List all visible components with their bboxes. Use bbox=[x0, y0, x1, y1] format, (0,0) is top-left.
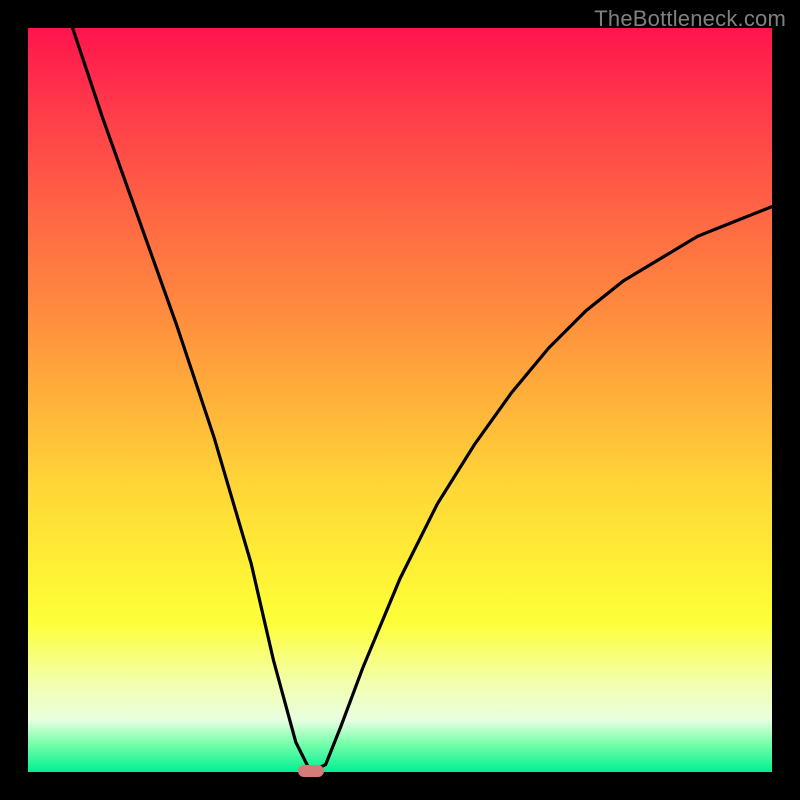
watermark-text: TheBottleneck.com bbox=[594, 6, 786, 32]
minimum-marker bbox=[298, 765, 324, 777]
chart-frame: TheBottleneck.com bbox=[0, 0, 800, 800]
bottleneck-curve-path bbox=[73, 28, 772, 772]
curve-layer bbox=[28, 28, 772, 772]
